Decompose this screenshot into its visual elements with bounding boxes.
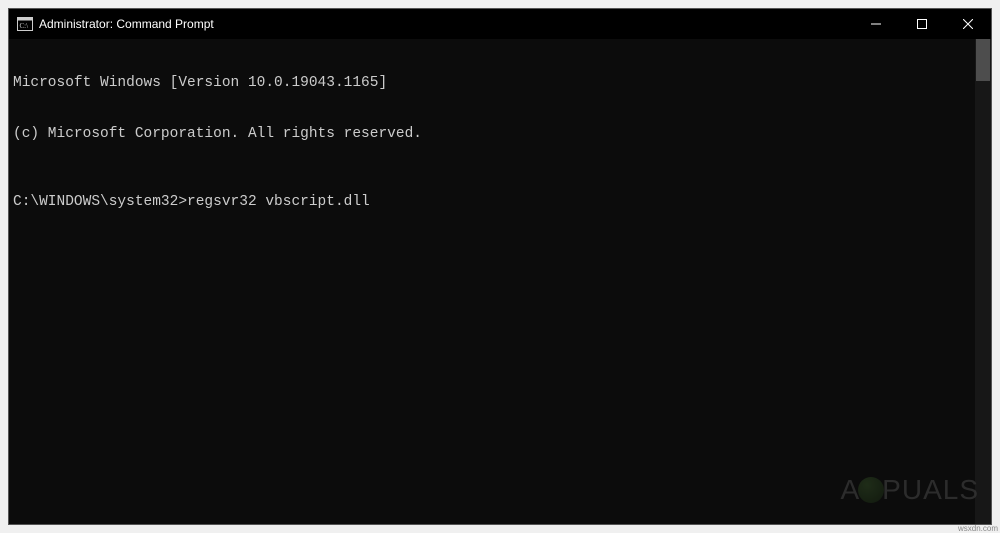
prompt: C:\WINDOWS\system32> xyxy=(13,194,187,210)
vertical-scrollbar[interactable] xyxy=(975,39,991,524)
terminal-output[interactable]: Microsoft Windows [Version 10.0.19043.11… xyxy=(9,39,991,249)
cmd-icon: C:\ xyxy=(17,16,33,32)
svg-text:C:\: C:\ xyxy=(20,22,29,30)
maximize-button[interactable] xyxy=(899,9,945,39)
minimize-button[interactable] xyxy=(853,9,899,39)
version-line: Microsoft Windows [Version 10.0.19043.11… xyxy=(13,75,987,92)
watermark-left: A xyxy=(840,474,860,505)
close-button[interactable] xyxy=(945,9,991,39)
window-title: Administrator: Command Prompt xyxy=(39,17,214,31)
scrollbar-thumb[interactable] xyxy=(976,39,990,81)
terminal-client-area[interactable]: Microsoft Windows [Version 10.0.19043.11… xyxy=(9,39,991,524)
command-text: regsvr32 vbscript.dll xyxy=(187,194,370,210)
copyright-line: (c) Microsoft Corporation. All rights re… xyxy=(13,126,987,143)
titlebar[interactable]: C:\ Administrator: Command Prompt xyxy=(9,9,991,39)
prompt-line: C:\WINDOWS\system32>regsvr32 vbscript.dl… xyxy=(13,194,987,211)
window-controls xyxy=(853,9,991,39)
watermark: A PUALS xyxy=(840,474,979,506)
watermark-right: PUALS xyxy=(882,474,979,505)
watermark-logo-icon xyxy=(858,477,884,503)
source-caption: wsxdn.com xyxy=(958,524,998,533)
command-prompt-window: C:\ Administrator: Command Prompt Micros… xyxy=(8,8,992,525)
